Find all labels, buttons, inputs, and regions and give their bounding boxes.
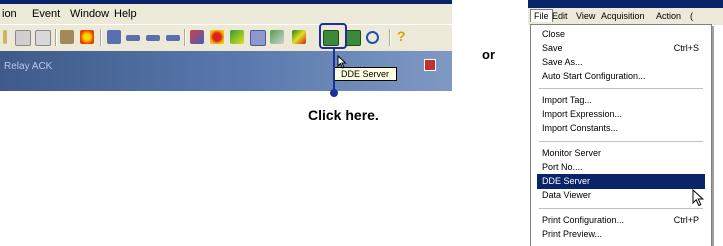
toolbar: ?	[0, 24, 452, 52]
relay-ack-text: Relay ACK	[4, 61, 53, 72]
menu-bar: ion Event Window Help	[0, 4, 452, 24]
highlight-box	[319, 23, 347, 49]
menu-edit[interactable]: Edit	[552, 11, 568, 21]
menu-item-port-no[interactable]: Port No....	[537, 160, 705, 175]
graph-icon[interactable]	[230, 30, 244, 44]
menu-item-import-expression[interactable]: Import Expression...	[537, 107, 705, 122]
square-icon[interactable]	[107, 30, 121, 44]
paste-icon[interactable]	[3, 30, 7, 44]
menu-acquisition[interactable]: Acquisition	[601, 11, 645, 21]
star-icon[interactable]	[80, 30, 94, 44]
menu-more[interactable]: (	[690, 11, 693, 21]
chart2-icon[interactable]	[270, 30, 284, 44]
menu-item-auto-start[interactable]: Auto Start Configuration...	[537, 69, 705, 84]
menu-bar: File Edit View Acquisition Action (	[528, 8, 723, 25]
chart3-icon[interactable]	[292, 30, 306, 44]
mouse-pointer-icon	[337, 55, 347, 69]
menu-item-save-as[interactable]: Save As...	[537, 55, 705, 70]
menu-item-close[interactable]: Close	[537, 27, 705, 42]
copy-icon[interactable]	[15, 30, 31, 46]
menu-item-import-constants[interactable]: Import Constants...	[537, 121, 705, 136]
grid-icon[interactable]	[250, 30, 266, 46]
mouse-pointer-icon	[692, 189, 705, 207]
tag-icon[interactable]	[60, 30, 74, 44]
title-bar	[528, 0, 723, 8]
menu-divider	[539, 88, 703, 89]
menu-item-monitor-server[interactable]: Monitor Server	[537, 146, 705, 161]
menu-view[interactable]: View	[576, 11, 595, 21]
menu-item-window[interactable]: Window	[70, 8, 109, 20]
right-window-screenshot: File Edit View Acquisition Action ( Clos…	[528, 0, 723, 246]
menu-item-print-configuration[interactable]: Print Configuration... Ctrl+P	[537, 213, 705, 228]
bar3-icon[interactable]	[166, 35, 180, 41]
left-window-screenshot: ion Event Window Help ? Relay ACK DDE Se…	[0, 0, 452, 91]
menu-item-data-viewer[interactable]: Data Viewer	[537, 188, 705, 203]
click-here-label: Click here.	[308, 107, 379, 123]
chart-icon[interactable]	[190, 30, 204, 44]
help-icon[interactable]: ?	[397, 29, 411, 43]
window-icon	[424, 59, 436, 71]
callout-dot	[330, 89, 338, 97]
menu-item-action[interactable]: ion	[2, 8, 17, 20]
bar2-icon[interactable]	[146, 35, 160, 41]
menu-file[interactable]: File	[530, 9, 553, 22]
menu-action[interactable]: Action	[656, 11, 681, 21]
bug-icon[interactable]	[210, 30, 224, 44]
copy2-icon[interactable]	[35, 30, 51, 46]
bar-icon[interactable]	[126, 35, 140, 41]
menu-item-print-preview[interactable]: Print Preview...	[537, 227, 705, 242]
zoom-icon[interactable]	[366, 31, 379, 44]
menu-item-import-tag[interactable]: Import Tag...	[537, 93, 705, 108]
menu-item-event[interactable]: Event	[32, 8, 60, 20]
menu-divider	[539, 208, 703, 209]
menu-item-help[interactable]: Help	[114, 8, 137, 20]
or-label: or	[482, 47, 495, 62]
file-menu-dropdown: Close Save Ctrl+S Save As... Auto Start C…	[530, 24, 712, 246]
menu-divider	[539, 141, 703, 142]
callout-line	[333, 49, 335, 92]
menu-item-save[interactable]: Save Ctrl+S	[537, 41, 705, 56]
dde-server-tooltip: DDE Server	[333, 67, 397, 81]
menu-item-dde-server[interactable]: DDE Server	[537, 174, 705, 189]
data-viewer-icon[interactable]	[345, 30, 361, 46]
